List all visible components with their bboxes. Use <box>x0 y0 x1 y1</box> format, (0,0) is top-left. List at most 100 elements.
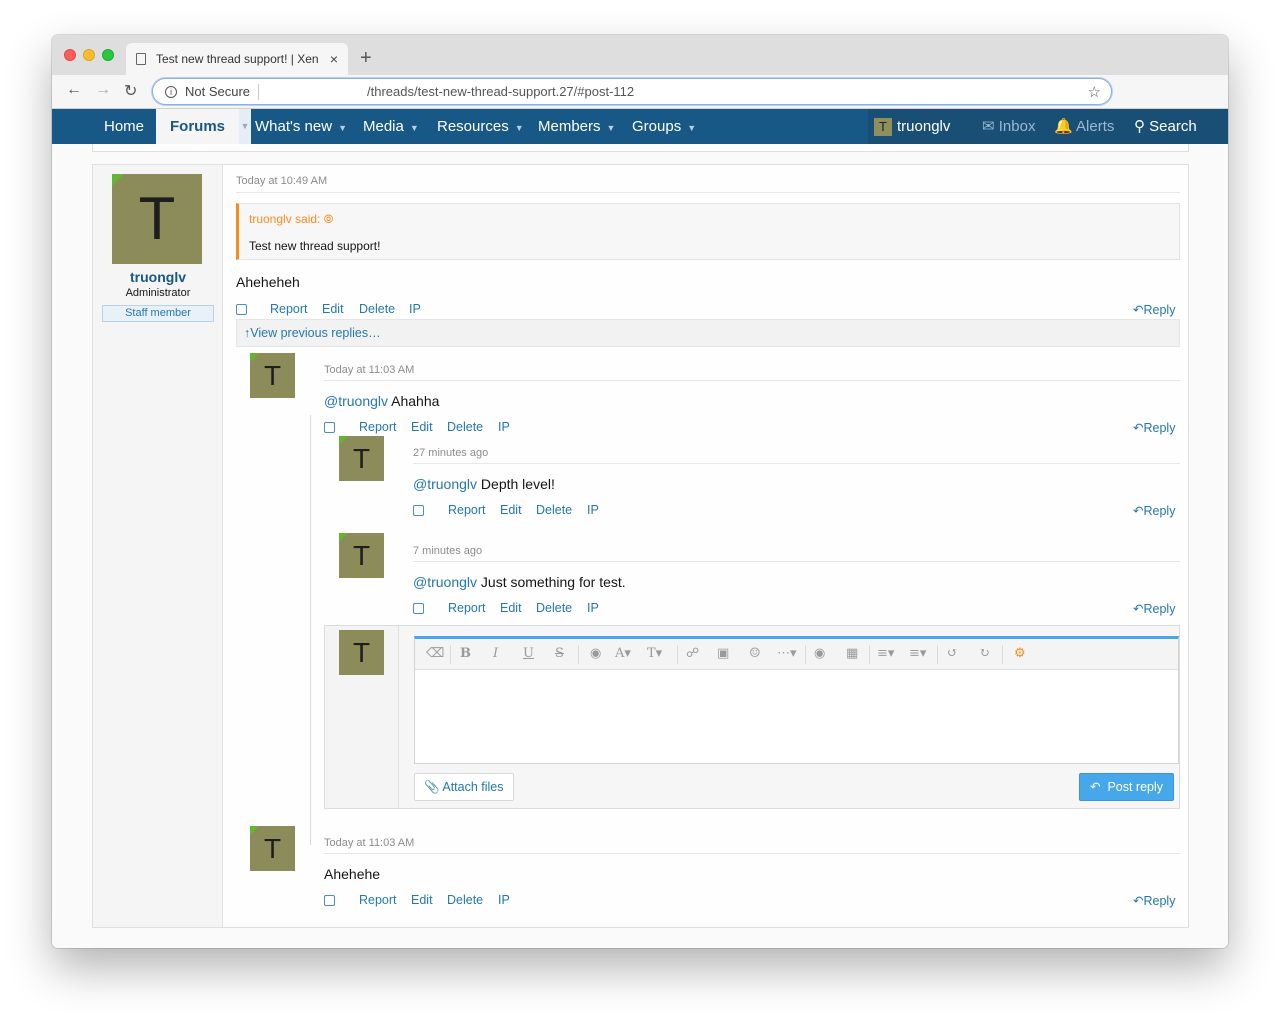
close-window-button[interactable] <box>64 49 76 61</box>
delete-link[interactable]: Delete <box>447 893 483 907</box>
reply-link[interactable]: ↶Reply <box>1133 601 1175 616</box>
arrow-up-circle-icon[interactable]: ⦾ <box>324 212 334 226</box>
redo-icon[interactable]: ↻ <box>979 646 990 661</box>
select-checkbox[interactable] <box>413 603 424 614</box>
select-checkbox[interactable] <box>324 422 335 433</box>
mention-link[interactable]: @truonglv <box>413 574 477 590</box>
nav-tab-forums[interactable]: Forums ▼ <box>156 109 252 144</box>
edit-link[interactable]: Edit <box>500 601 522 615</box>
nav-tab-members[interactable]: Members ▼ <box>538 109 615 144</box>
list-icon[interactable]: ≡▾ <box>909 646 926 661</box>
image-icon[interactable]: ▣ <box>717 646 729 661</box>
underline-icon[interactable]: U <box>523 646 534 661</box>
report-link[interactable]: Report <box>448 601 486 615</box>
bookmark-star-icon[interactable]: ☆ <box>1088 83 1101 101</box>
reply-link[interactable]: ↶Reply <box>1133 420 1175 435</box>
forward-icon[interactable]: → <box>95 81 111 99</box>
italic-icon[interactable]: I <box>493 646 498 661</box>
chevron-down-icon[interactable]: ▼ <box>239 109 252 144</box>
ip-link[interactable]: IP <box>587 503 599 517</box>
edit-link[interactable]: Edit <box>500 503 522 517</box>
report-link[interactable]: Report <box>270 302 308 316</box>
color-drop-icon[interactable]: ◉ <box>590 646 601 661</box>
browser-tab[interactable]: Test new thread support! | Xen × <box>126 43 348 75</box>
ip-link[interactable]: IP <box>498 420 510 434</box>
nav-tab-whats-new[interactable]: What's new ▼ <box>255 109 347 144</box>
select-checkbox[interactable] <box>413 505 424 516</box>
align-icon[interactable]: ≡▾ <box>877 646 894 661</box>
view-previous-replies[interactable]: ↑View previous replies… <box>236 319 1180 347</box>
chevron-down-icon[interactable]: ▼ <box>607 123 616 133</box>
delete-link[interactable]: Delete <box>536 503 572 517</box>
rich-text-editor[interactable]: ⌫ B I U S ◉ A▾ T▾ ☍ ▣ ☺ ⋯▾ ◉ ▦ ≡▾ ≡▾ ↺ ↻… <box>414 636 1179 764</box>
reply-avatar[interactable]: T <box>250 826 295 871</box>
back-icon[interactable]: ← <box>66 81 82 99</box>
nav-tab-groups[interactable]: Groups ▼ <box>632 109 696 144</box>
author-name[interactable]: truonglv <box>93 269 223 285</box>
ip-link[interactable]: IP <box>587 601 599 615</box>
reply-date[interactable]: Today at 11:03 AM <box>324 837 414 849</box>
bold-icon[interactable]: B <box>460 646 471 661</box>
new-tab-button[interactable]: + <box>360 47 372 70</box>
alerts-link[interactable]: 🔔 Alerts <box>1054 109 1114 144</box>
font-size-icon[interactable]: T▾ <box>647 646 662 661</box>
font-family-icon[interactable]: A▾ <box>615 646 631 661</box>
url-text[interactable]: /threads/test-new-thread-support.27/#pos… <box>367 84 634 99</box>
current-user-avatar[interactable]: T <box>339 630 384 675</box>
edit-link[interactable]: Edit <box>322 302 344 316</box>
nav-tab-media[interactable]: Media ▼ <box>363 109 419 144</box>
nav-tab-resources[interactable]: Resources ▼ <box>437 109 524 144</box>
account-menu[interactable]: Ttruonglv <box>874 109 950 144</box>
settings-gear-icon[interactable]: ⚙ <box>1014 646 1026 661</box>
nav-tab-home[interactable]: Home <box>104 109 144 144</box>
chevron-down-icon[interactable]: ▼ <box>687 123 696 133</box>
strikethrough-icon[interactable]: S <box>555 646 564 661</box>
attach-files-button[interactable]: 📎 Attach files <box>414 773 514 801</box>
mention-link[interactable]: @truonglv <box>413 476 477 492</box>
quote-author[interactable]: truonglv said: ⦾ <box>249 212 333 227</box>
inbox-link[interactable]: ✉ Inbox <box>982 109 1035 144</box>
reply-date[interactable]: 27 minutes ago <box>413 447 488 459</box>
report-link[interactable]: Report <box>359 420 397 434</box>
delete-link[interactable]: Delete <box>447 420 483 434</box>
edit-link[interactable]: Edit <box>411 893 433 907</box>
chevron-down-icon[interactable]: ▼ <box>338 123 347 133</box>
reply-avatar[interactable]: T <box>250 353 295 398</box>
select-checkbox[interactable] <box>236 304 247 315</box>
author-avatar[interactable]: T <box>112 174 202 264</box>
more-options-icon[interactable]: ⋯▾ <box>777 646 797 661</box>
eraser-icon[interactable]: ⌫ <box>426 646 444 661</box>
delete-link[interactable]: Delete <box>359 302 395 316</box>
mention-link[interactable]: @truonglv <box>324 393 388 409</box>
search-link[interactable]: ⚲ Search <box>1134 109 1197 144</box>
chevron-down-icon[interactable]: ▼ <box>410 123 419 133</box>
address-bar[interactable]: i Not Secure /threads/test-new-thread-su… <box>152 78 1112 105</box>
ip-link[interactable]: IP <box>409 302 421 316</box>
edit-link[interactable]: Edit <box>411 420 433 434</box>
post-date[interactable]: Today at 10:49 AM <box>236 175 327 187</box>
reload-icon[interactable]: ↻ <box>124 81 137 101</box>
close-tab-icon[interactable]: × <box>330 51 338 67</box>
ip-link[interactable]: IP <box>498 893 510 907</box>
report-link[interactable]: Report <box>359 893 397 907</box>
maximize-window-button[interactable] <box>102 49 114 61</box>
reply-link[interactable]: ↶Reply <box>1133 302 1175 317</box>
camera-icon[interactable]: ◉ <box>814 646 825 661</box>
minimize-window-button[interactable] <box>83 49 95 61</box>
post-reply-button[interactable]: ↶ Post reply <box>1079 773 1175 801</box>
chevron-down-icon[interactable]: ▼ <box>515 123 524 133</box>
reply-link[interactable]: ↶Reply <box>1133 893 1175 908</box>
link-icon[interactable]: ☍ <box>686 646 699 661</box>
delete-link[interactable]: Delete <box>536 601 572 615</box>
undo-icon[interactable]: ↺ <box>947 646 958 661</box>
smiley-icon[interactable]: ☺ <box>749 646 761 661</box>
reply-date[interactable]: 7 minutes ago <box>413 545 482 557</box>
media-icon[interactable]: ▦ <box>846 646 858 661</box>
reply-avatar[interactable]: T <box>339 533 384 578</box>
report-link[interactable]: Report <box>448 503 486 517</box>
reply-date[interactable]: Today at 11:03 AM <box>324 364 414 376</box>
info-icon[interactable]: i <box>165 85 177 98</box>
select-checkbox[interactable] <box>324 895 335 906</box>
reply-avatar[interactable]: T <box>339 436 384 481</box>
reply-link[interactable]: ↶Reply <box>1133 503 1175 518</box>
